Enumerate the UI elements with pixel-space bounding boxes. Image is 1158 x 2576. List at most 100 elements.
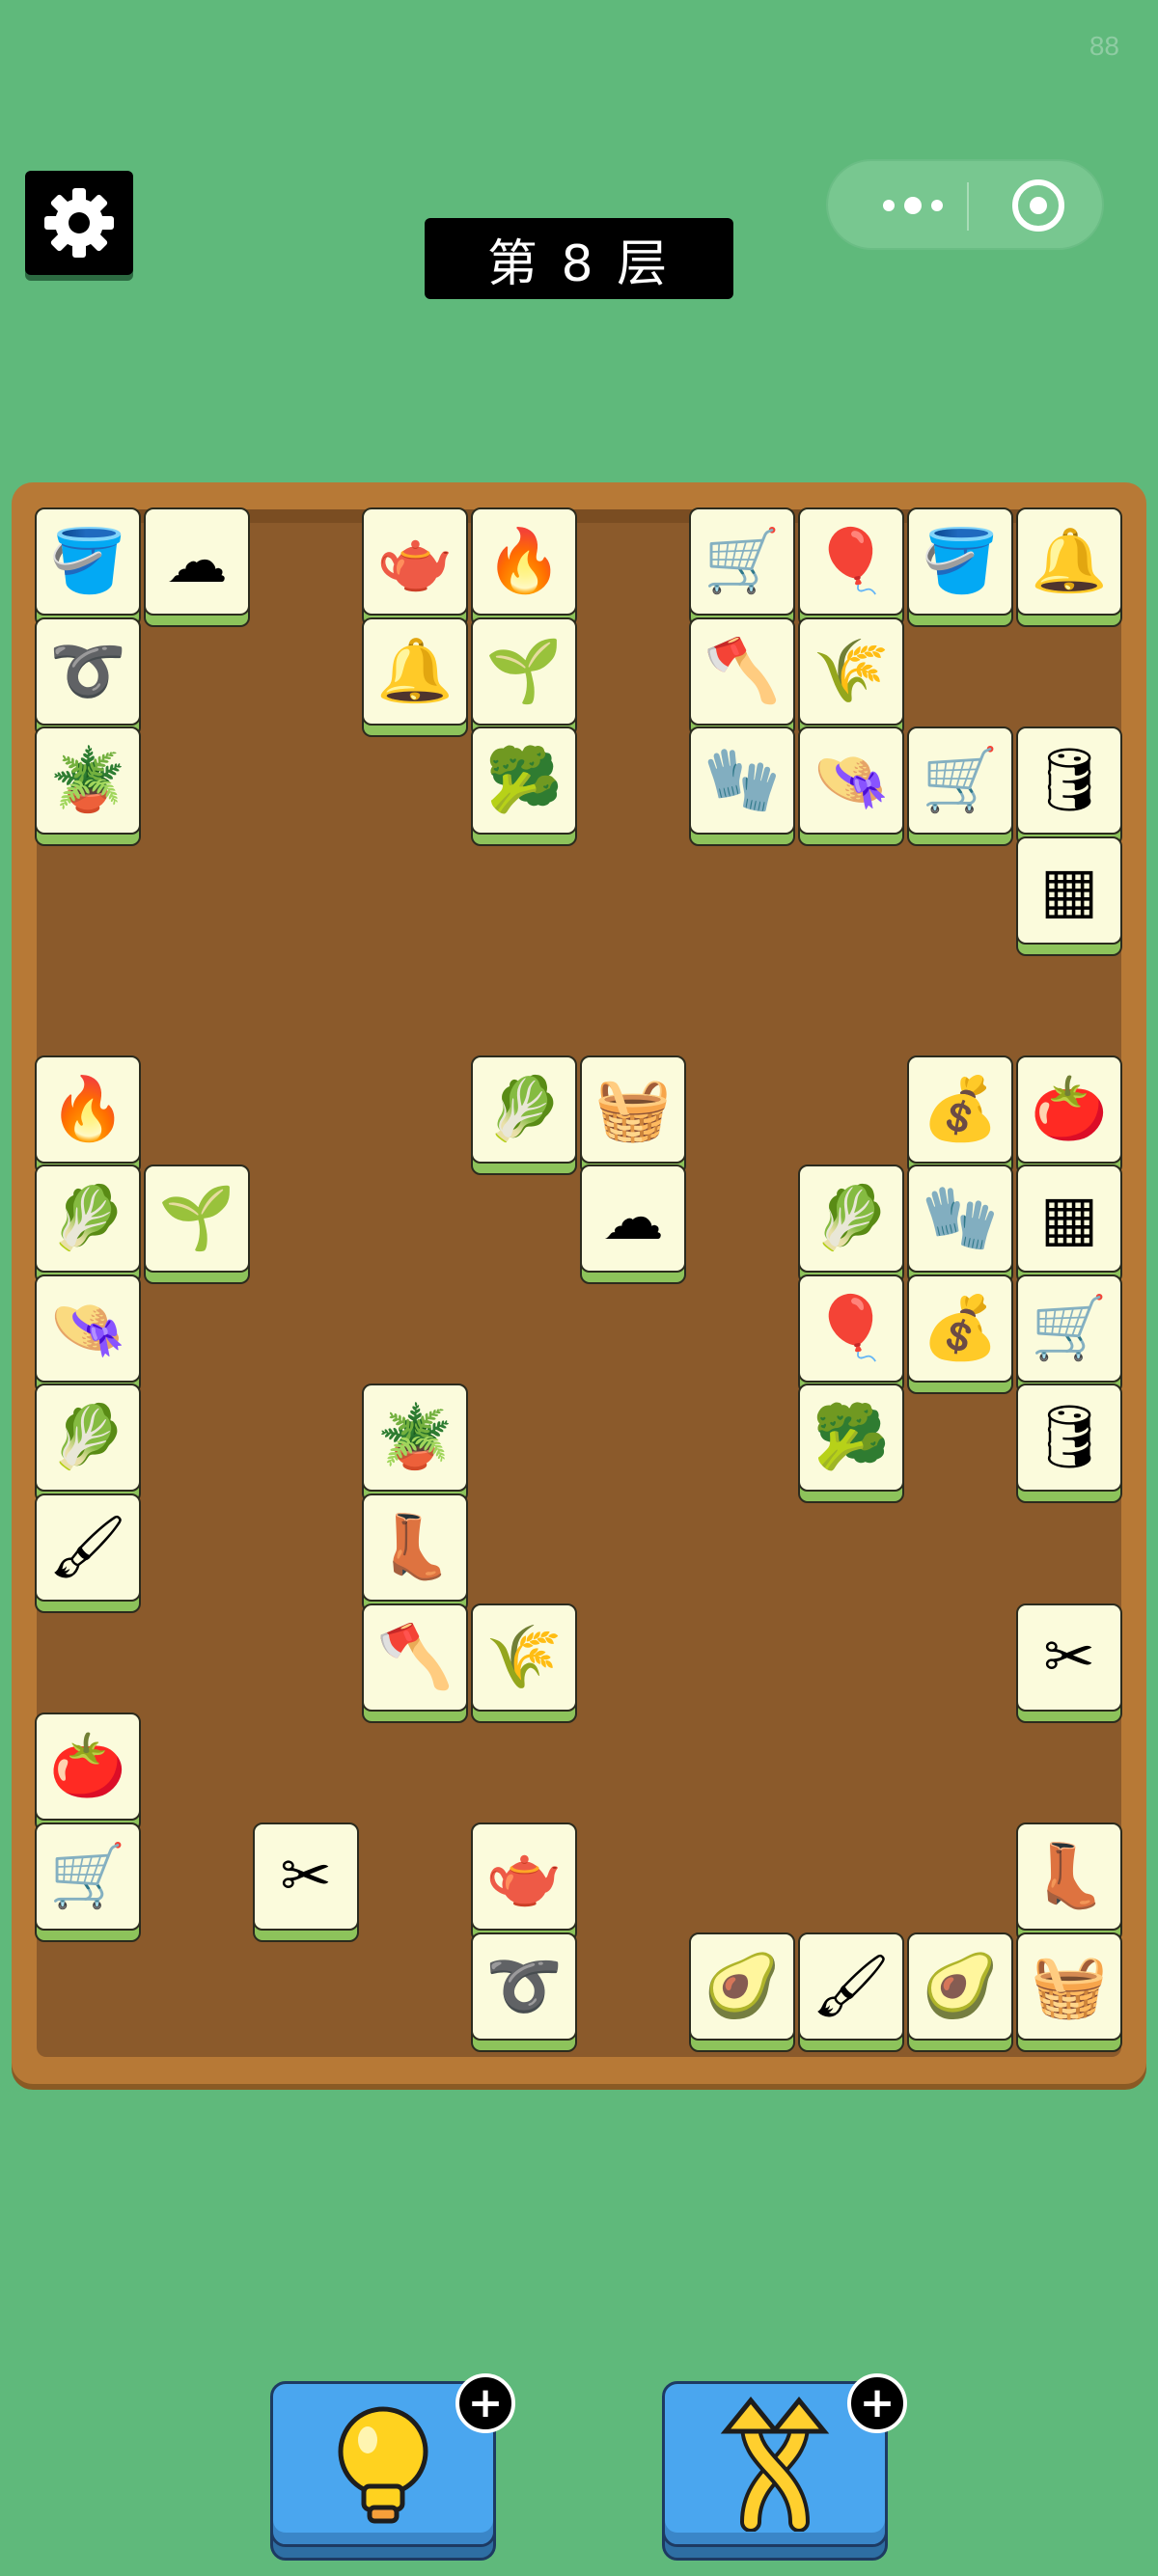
brush-icon: 🖌 <box>812 1951 891 2022</box>
tile-face: ☁ <box>580 1165 686 1273</box>
axe-icon: 🪓 <box>703 636 781 707</box>
plant-pot-icon: 🪴 <box>376 1402 454 1473</box>
tile-face: ➰ <box>35 617 141 726</box>
tile-face: 👢 <box>362 1494 468 1602</box>
tile-face: 🥬 <box>35 1384 141 1492</box>
bell-icon: 🔔 <box>1031 526 1108 597</box>
tile-campfire[interactable]: 🔥 <box>35 1055 141 1175</box>
tile-glove[interactable]: 🧤 <box>689 726 795 846</box>
shuffle-tool[interactable]: + <box>662 2373 907 2561</box>
tile-cabbage[interactable]: 🥬 <box>35 1165 141 1284</box>
tile-cotton[interactable]: ☁ <box>580 1165 686 1284</box>
tile-bucket[interactable]: 🪣 <box>35 507 141 627</box>
wheat-icon: 🌾 <box>485 1622 563 1693</box>
tile-balloon[interactable]: 🎈 <box>798 507 904 627</box>
tile-basket[interactable]: 🧺 <box>1016 1932 1122 2052</box>
tile-seed-bag[interactable]: 🌱 <box>144 1165 250 1284</box>
seed-bag-icon: 🌱 <box>485 636 563 707</box>
tile-face: 🌱 <box>471 617 577 726</box>
tile-face: 🪣 <box>35 507 141 616</box>
tile-wheat[interactable]: 🌾 <box>798 617 904 737</box>
hint-tool[interactable]: + <box>270 2373 515 2561</box>
tile-avocado[interactable]: 🥑 <box>689 1932 795 2052</box>
tile-shears[interactable]: ✂ <box>1016 1603 1122 1723</box>
tile-face: 💰 <box>907 1274 1013 1383</box>
tile-hose[interactable]: ➰ <box>35 617 141 737</box>
tile-tomato[interactable]: 🍅 <box>1016 1055 1122 1175</box>
tile-face: 🖌 <box>798 1932 904 2041</box>
tile-wheat[interactable]: 🌾 <box>471 1603 577 1723</box>
tile-cart[interactable]: 🛒 <box>1016 1274 1122 1394</box>
campfire-icon: 🔥 <box>49 1074 126 1145</box>
straw-hat-icon: 👒 <box>49 1293 126 1364</box>
tile-straw-hat[interactable]: 👒 <box>798 726 904 846</box>
tile-plant-pot[interactable]: 🪴 <box>362 1384 468 1503</box>
level-title: 第 8 层 <box>425 218 733 299</box>
tile-sack[interactable]: 💰 <box>907 1055 1013 1175</box>
more-button[interactable] <box>865 182 961 229</box>
tile-cart[interactable]: 🛒 <box>689 507 795 627</box>
tile-face: 🥬 <box>798 1165 904 1273</box>
tile-barrel[interactable]: 🛢 <box>1016 726 1122 846</box>
tile-face: 🧺 <box>1016 1932 1122 2041</box>
tile-plant-pot[interactable]: 🪴 <box>35 726 141 846</box>
tile-watering-can[interactable]: 🫖 <box>471 1822 577 1942</box>
tile-face: 🌾 <box>471 1603 577 1712</box>
tile-face: ▦ <box>1016 1165 1122 1273</box>
tile-cart[interactable]: 🛒 <box>35 1822 141 1942</box>
tile-face: ▦ <box>1016 836 1122 945</box>
tile-barrel[interactable]: 🛢 <box>1016 1384 1122 1503</box>
tile-face: 🪓 <box>362 1603 468 1712</box>
sack-icon: 💰 <box>922 1293 999 1364</box>
tile-face: 🛢 <box>1016 726 1122 835</box>
tile-face: 🧤 <box>689 726 795 835</box>
tile-sack[interactable]: 💰 <box>907 1274 1013 1394</box>
tile-watering-can[interactable]: 🫖 <box>362 507 468 627</box>
tile-boot[interactable]: 👢 <box>362 1494 468 1613</box>
tile-fence[interactable]: ▦ <box>1016 1165 1122 1284</box>
tile-bucket[interactable]: 🪣 <box>907 507 1013 627</box>
tile-avocado[interactable]: 🥑 <box>907 1932 1013 2052</box>
tile-face: 🔥 <box>471 507 577 616</box>
cabbage-icon: 🥬 <box>49 1402 126 1473</box>
tile-tomato[interactable]: 🍅 <box>35 1713 141 1832</box>
shuffle-add-badge[interactable]: + <box>847 2373 907 2433</box>
tile-hose[interactable]: ➰ <box>471 1932 577 2052</box>
tile-face: 🥦 <box>798 1384 904 1492</box>
tile-fence[interactable]: ▦ <box>1016 836 1122 956</box>
tile-basket[interactable]: 🧺 <box>580 1055 686 1175</box>
straw-hat-icon: 👒 <box>813 745 890 816</box>
tile-brush[interactable]: 🖌 <box>35 1494 141 1613</box>
tile-boot[interactable]: 👢 <box>1016 1822 1122 1942</box>
tile-bell[interactable]: 🔔 <box>362 617 468 737</box>
tile-straw-hat[interactable]: 👒 <box>35 1274 141 1394</box>
tile-brush[interactable]: 🖌 <box>798 1932 904 2052</box>
bucket-icon: 🪣 <box>922 526 999 597</box>
gear-icon <box>44 188 114 258</box>
settings-button[interactable] <box>25 171 133 275</box>
tile-cotton[interactable]: ☁ <box>144 507 250 627</box>
tile-shears[interactable]: ✂ <box>253 1822 359 1942</box>
tile-axe[interactable]: 🪓 <box>362 1603 468 1723</box>
barrel-icon: 🛢 <box>1030 1402 1109 1473</box>
glove-icon: 🧤 <box>922 1183 999 1254</box>
tile-glove[interactable]: 🧤 <box>907 1165 1013 1284</box>
basket-icon: 🧺 <box>594 1074 672 1145</box>
tile-broccoli[interactable]: 🥦 <box>471 726 577 846</box>
tile-broccoli[interactable]: 🥦 <box>798 1384 904 1503</box>
bucket-icon: 🪣 <box>49 526 126 597</box>
tile-cart[interactable]: 🛒 <box>907 726 1013 846</box>
sack-icon: 💰 <box>922 1074 999 1145</box>
tile-cabbage[interactable]: 🥬 <box>35 1384 141 1503</box>
balloon-icon: 🎈 <box>813 526 890 597</box>
tile-seed-bag[interactable]: 🌱 <box>471 617 577 737</box>
close-button[interactable] <box>990 173 1087 238</box>
tile-balloon[interactable]: 🎈 <box>798 1274 904 1394</box>
hint-add-badge[interactable]: + <box>455 2373 515 2433</box>
tile-axe[interactable]: 🪓 <box>689 617 795 737</box>
tile-campfire[interactable]: 🔥 <box>471 507 577 627</box>
tile-face: 💰 <box>907 1055 1013 1164</box>
tile-bell[interactable]: 🔔 <box>1016 507 1122 627</box>
tile-cabbage[interactable]: 🥬 <box>471 1055 577 1175</box>
tile-cabbage[interactable]: 🥬 <box>798 1165 904 1284</box>
